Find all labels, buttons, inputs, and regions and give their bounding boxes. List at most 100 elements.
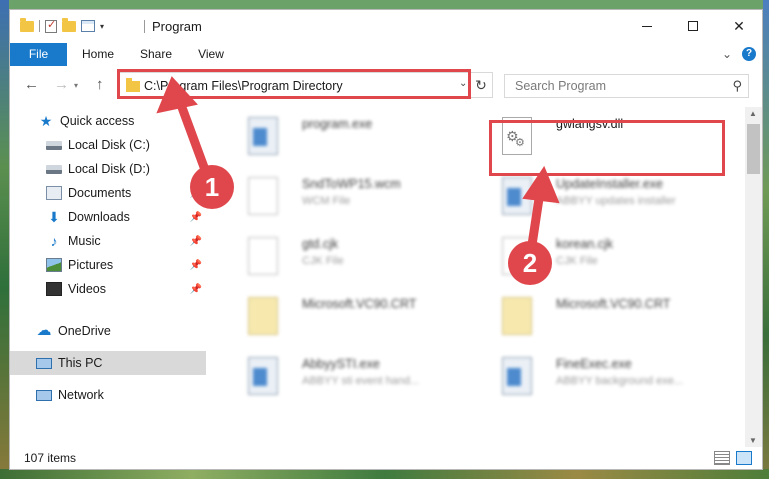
customize-dropdown-icon[interactable]: ▾ <box>100 22 104 31</box>
desktop-background-left <box>0 0 9 479</box>
scroll-down-icon[interactable]: ▼ <box>749 436 757 445</box>
refresh-button[interactable]: ↻ <box>470 72 493 98</box>
sidebar-item-documents[interactable]: Documents 📌 <box>10 181 206 205</box>
exe-icon <box>248 117 278 155</box>
dll-highlight-box <box>489 120 725 176</box>
sidebar-item-label: Local Disk (C:) <box>68 138 150 152</box>
sidebar-item-downloads[interactable]: ⬇ Downloads 📌 <box>10 205 206 229</box>
file-icon <box>248 177 278 215</box>
tab-file[interactable]: File <box>10 43 67 66</box>
recent-locations-dropdown-icon[interactable]: ▾ <box>74 81 78 90</box>
sidebar-item-local-disk-c[interactable]: Local Disk (C:) <box>10 133 206 157</box>
window-title: Program <box>152 19 202 34</box>
sidebar-item-quick-access[interactable]: ★ Quick access <box>10 109 206 133</box>
file-description: ABBYY updates installer <box>556 195 676 207</box>
pin-icon[interactable]: 📌 <box>190 284 202 295</box>
sidebar-item-label: Quick access <box>60 114 135 128</box>
drive-icon <box>46 164 62 174</box>
details-view-icon[interactable] <box>714 451 730 465</box>
sidebar-item-label: OneDrive <box>58 324 111 338</box>
file-name: Microsoft.VC90.CRT <box>556 297 671 311</box>
sidebar-item-this-pc[interactable]: This PC <box>10 351 206 375</box>
exe-icon <box>502 357 532 395</box>
network-icon <box>36 389 52 401</box>
exe-icon <box>248 357 278 395</box>
pin-icon[interactable]: 📌 <box>190 212 202 223</box>
sidebar-item-onedrive[interactable]: ☁ OneDrive <box>10 319 206 343</box>
back-arrow-icon[interactable]: ← <box>24 76 39 93</box>
file-name: UpdateInstaller.exe <box>556 177 664 191</box>
file-item[interactable]: gtd.cjk CJK File <box>226 229 471 287</box>
sidebar-item-label: Local Disk (D:) <box>68 162 150 176</box>
star-icon: ★ <box>39 113 53 129</box>
file-name: AbbyySTI.exe <box>302 357 380 371</box>
search-box[interactable]: Search Program ⚲ <box>504 74 749 98</box>
file-description: ABBYY background exe... <box>556 375 683 387</box>
maximize-button[interactable] <box>670 10 716 42</box>
ribbon-controls: ⌄ ? <box>722 47 756 61</box>
quick-access-toolbar: ▾ <box>20 17 104 34</box>
file-item[interactable]: AbbyySTI.exe ABBYY sti event hand... <box>226 349 471 407</box>
tab-share[interactable]: Share <box>132 43 180 66</box>
help-icon[interactable]: ? <box>742 47 756 61</box>
pin-icon[interactable]: 📌 <box>190 236 202 247</box>
computer-icon <box>36 357 52 369</box>
refresh-icon: ↻ <box>475 76 487 93</box>
close-button[interactable]: ✕ <box>716 10 762 42</box>
sidebar-item-label: Network <box>58 388 104 402</box>
navigation-pane: ★ Quick access Local Disk (C:) Local Dis… <box>10 107 206 447</box>
minimize-button[interactable] <box>624 10 670 42</box>
sidebar-item-label: This PC <box>58 356 103 370</box>
vertical-scrollbar[interactable]: ▲ ▼ <box>745 107 762 447</box>
file-item[interactable]: Microsoft.VC90.CRT <box>226 289 471 347</box>
search-icon: ⚲ <box>732 78 742 93</box>
drive-icon <box>46 140 62 150</box>
sidebar-item-label: Downloads <box>68 210 130 224</box>
music-icon: ♪ <box>50 233 58 249</box>
properties-icon[interactable] <box>81 20 95 32</box>
file-item[interactable]: FineExec.exe ABBYY background exe... <box>480 349 725 407</box>
file-name: SndToWP15.wcm <box>302 177 401 191</box>
sidebar-item-local-disk-d[interactable]: Local Disk (D:) <box>10 157 206 181</box>
file-description: ABBYY sti event hand... <box>302 375 420 387</box>
expand-ribbon-chevron-icon[interactable]: ⌄ <box>722 47 732 61</box>
sidebar-item-videos[interactable]: Videos 📌 <box>10 277 206 301</box>
properties-check-icon[interactable] <box>45 18 57 33</box>
scroll-thumb[interactable] <box>747 124 760 174</box>
forward-arrow-icon[interactable]: → <box>54 76 69 93</box>
step-1-badge: 1 <box>190 165 234 209</box>
address-highlight-box <box>117 69 471 99</box>
close-icon: ✕ <box>733 17 745 34</box>
file-item[interactable]: UpdateInstaller.exe ABBYY updates instal… <box>480 169 725 227</box>
file-item[interactable]: Microsoft.VC90.CRT <box>480 289 725 347</box>
up-arrow-icon[interactable]: ↑ <box>96 76 104 93</box>
new-folder-icon[interactable] <box>62 17 76 32</box>
file-name: Microsoft.VC90.CRT <box>302 297 417 311</box>
file-list: program.exe ⚙ ⚙ gwlangsv.dll SndToWP15.w… <box>216 107 738 447</box>
file-name: FineExec.exe <box>556 357 632 371</box>
sidebar-item-network[interactable]: Network <box>10 383 206 407</box>
pin-icon[interactable]: 📌 <box>190 260 202 271</box>
download-icon: ⬇ <box>48 209 60 225</box>
sidebar-item-label: Videos <box>68 282 106 296</box>
file-name: korean.cjk <box>556 237 613 251</box>
status-bar: 107 items <box>10 447 762 469</box>
documents-icon <box>46 186 62 200</box>
sidebar-item-pictures[interactable]: Pictures 📌 <box>10 253 206 277</box>
sidebar-item-music[interactable]: ♪ Music 📌 <box>10 229 206 253</box>
search-input[interactable]: Search Program <box>515 79 606 93</box>
exe-icon <box>502 177 532 215</box>
sidebar-item-label: Documents <box>68 186 132 200</box>
file-item[interactable]: SndToWP15.wcm WCM File <box>226 169 471 227</box>
file-name: program.exe <box>302 117 373 131</box>
sidebar-item-label: Music <box>68 234 101 248</box>
file-item[interactable]: program.exe <box>226 109 471 167</box>
tab-home[interactable]: Home <box>74 43 122 66</box>
file-name: gtd.cjk <box>302 237 339 251</box>
large-icons-view-icon[interactable] <box>736 451 752 465</box>
minimize-icon <box>642 25 652 27</box>
maximize-icon <box>688 21 698 31</box>
pictures-icon <box>46 258 62 272</box>
scroll-up-icon[interactable]: ▲ <box>749 109 757 118</box>
tab-view[interactable]: View <box>190 43 232 66</box>
